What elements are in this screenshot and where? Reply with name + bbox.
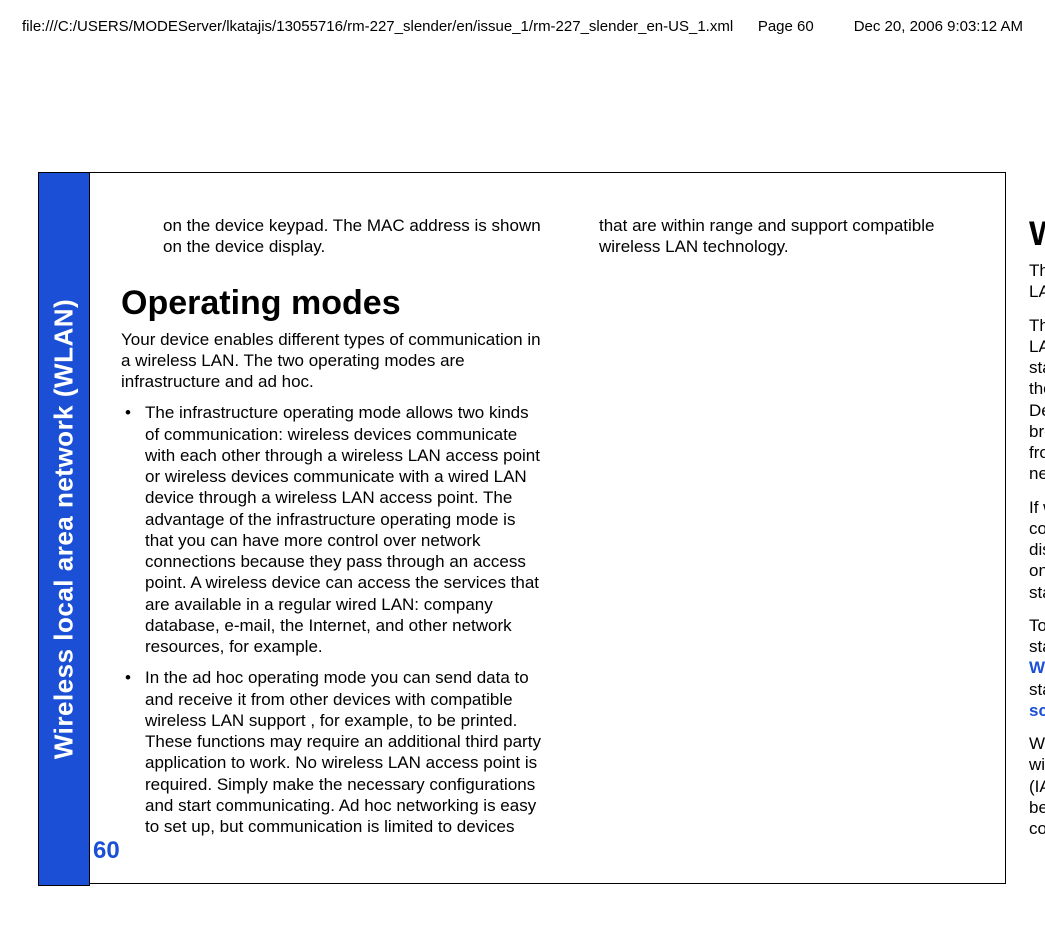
print-header: file:///C:/USERS/MODEServer/lkatajis/130…: [0, 18, 1045, 35]
heading-operating-modes: Operating modes: [121, 284, 541, 323]
paragraph: The WLAN wizard helps you to connect to …: [1029, 260, 1045, 303]
intro-fragment: on the device keypad. The MAC address is…: [163, 215, 541, 258]
page-root: file:///C:/USERS/MODEServer/lkatajis/130…: [0, 0, 1045, 940]
text: To start a search for available wireless…: [1029, 616, 1045, 656]
bullet-dot-icon: •: [125, 667, 131, 688]
side-tab-label: Wireless local area network (WLAN): [49, 299, 80, 759]
lead-operating-modes: Your device enables different types of c…: [121, 329, 541, 393]
paragraph: When Start Web browsing is selected, the…: [1029, 733, 1045, 839]
paragraph: The WLAN wizard shows the status of your…: [1029, 315, 1045, 485]
file-path: file:///C:/USERS/MODEServer/lkatajis/130…: [22, 18, 758, 35]
timestamp: Dec 20, 2006 9:03:12 AM: [854, 18, 1023, 35]
paragraph: If wireless LAN scanning is off and you …: [1029, 497, 1045, 603]
paragraph: To start a search for available wireless…: [1029, 615, 1045, 721]
heading-wlan-wizard: WLAN wizard: [1029, 215, 1045, 254]
text: If wireless LAN scanning is off and you …: [1029, 498, 1045, 538]
side-tab: Wireless local area network (WLAN): [38, 172, 90, 886]
bullet-dot-icon: •: [125, 402, 131, 423]
list-item-text: The infrastructure operating mode allows…: [145, 403, 540, 656]
page-indicator: Page 60: [758, 18, 814, 35]
list-item: • The infrastructure operating mode allow…: [121, 402, 541, 657]
header-meta: Page 60 Dec 20, 2006 9:03:12 AM: [758, 18, 1023, 35]
columns: on the device keypad. The MAC address is…: [103, 173, 1005, 883]
content-frame: Wireless local area network (WLAN) 60 on…: [38, 172, 1006, 884]
text: When: [1029, 734, 1045, 753]
